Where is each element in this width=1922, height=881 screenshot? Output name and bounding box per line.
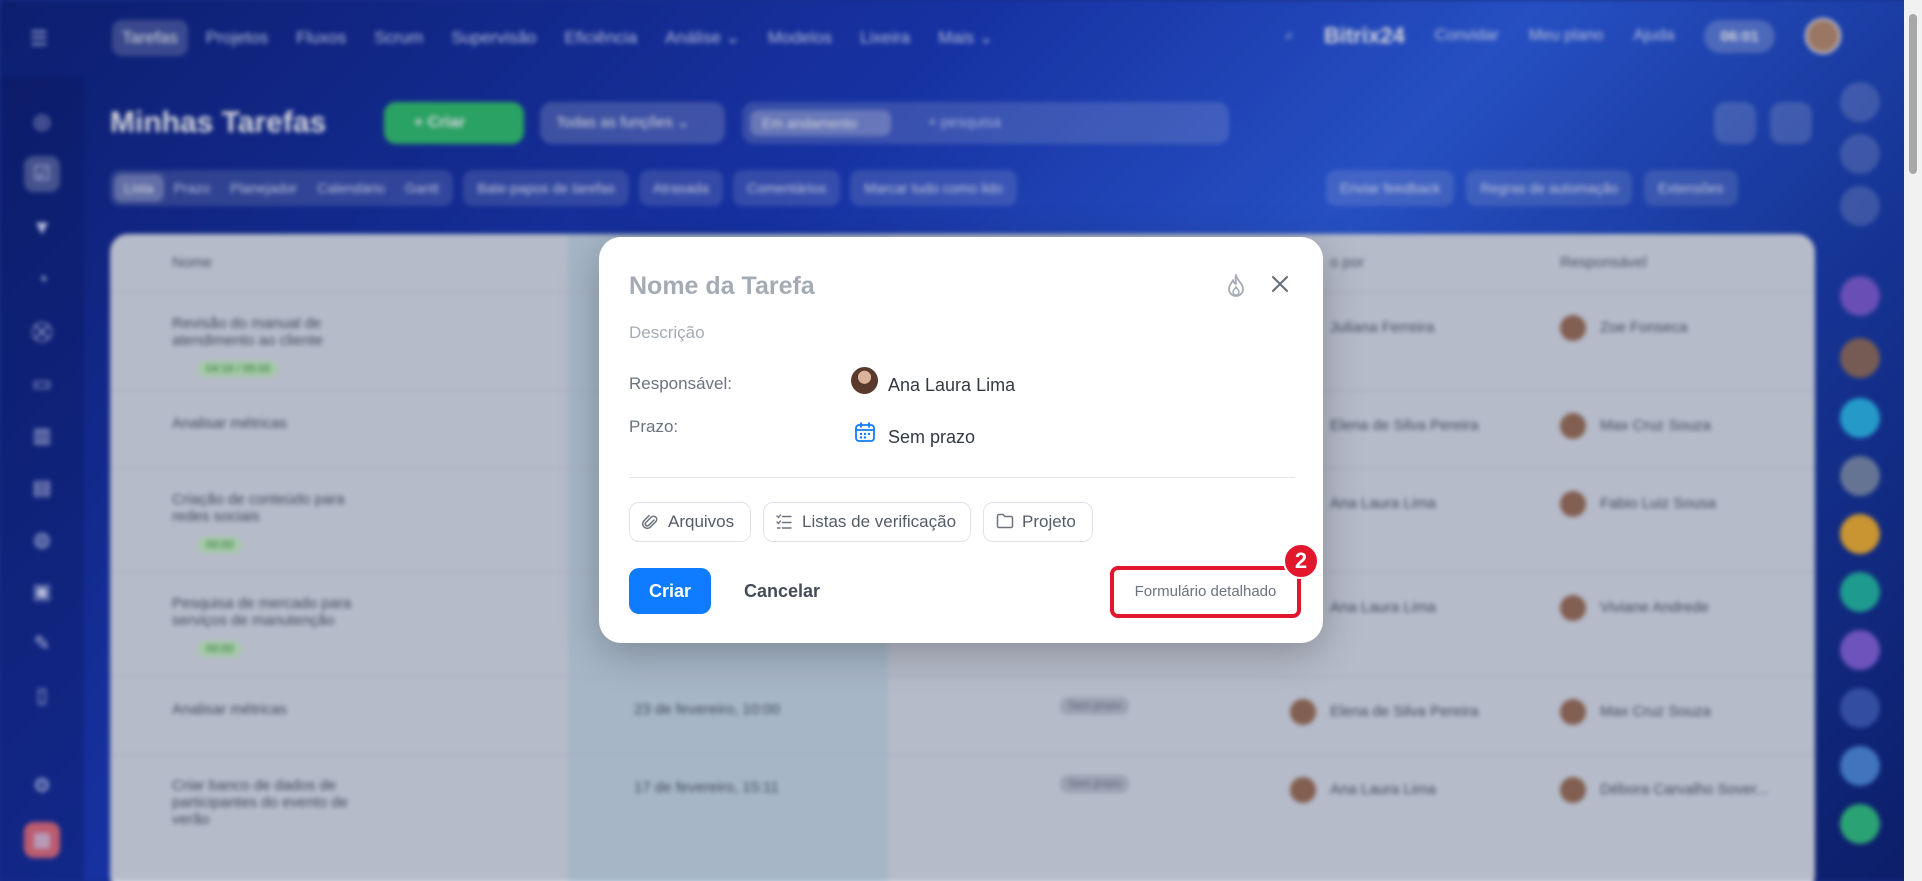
- cancel-button[interactable]: Cancelar: [744, 581, 820, 602]
- page-scrollbar[interactable]: [1904, 0, 1922, 881]
- create-button[interactable]: Criar: [629, 568, 711, 614]
- checklist-icon: [776, 514, 792, 529]
- quick-task-dialog: Nome da Tarefa Descrição Responsável: An…: [599, 237, 1323, 643]
- responsible-avatar: [851, 367, 878, 394]
- calendar-icon: [855, 422, 875, 442]
- scroll-thumb[interactable]: [1909, 14, 1917, 174]
- detailed-form-button[interactable]: Formulário detalhado: [1110, 566, 1301, 618]
- close-icon[interactable]: [1267, 271, 1293, 297]
- folder-icon: [996, 513, 1014, 529]
- divider: [629, 477, 1295, 478]
- step-number-badge: 2: [1283, 543, 1319, 579]
- responsible-label: Responsável:: [629, 374, 733, 393]
- responsible-selector[interactable]: Ana Laura Lima: [888, 375, 1015, 396]
- checklists-button[interactable]: Listas de verificação: [763, 502, 971, 542]
- task-name-input[interactable]: Nome da Tarefa: [629, 272, 815, 301]
- files-button[interactable]: Arquivos: [629, 502, 751, 542]
- description-input[interactable]: Descrição: [629, 323, 705, 343]
- paperclip-icon: [642, 514, 658, 530]
- project-label: Projeto: [1022, 512, 1076, 531]
- deadline-selector[interactable]: Sem prazo: [888, 427, 975, 448]
- flame-icon[interactable]: [1225, 273, 1247, 299]
- checklists-label: Listas de verificação: [802, 512, 957, 531]
- files-label: Arquivos: [668, 512, 735, 531]
- deadline-label: Prazo:: [629, 417, 679, 436]
- project-button[interactable]: Projeto: [983, 502, 1093, 542]
